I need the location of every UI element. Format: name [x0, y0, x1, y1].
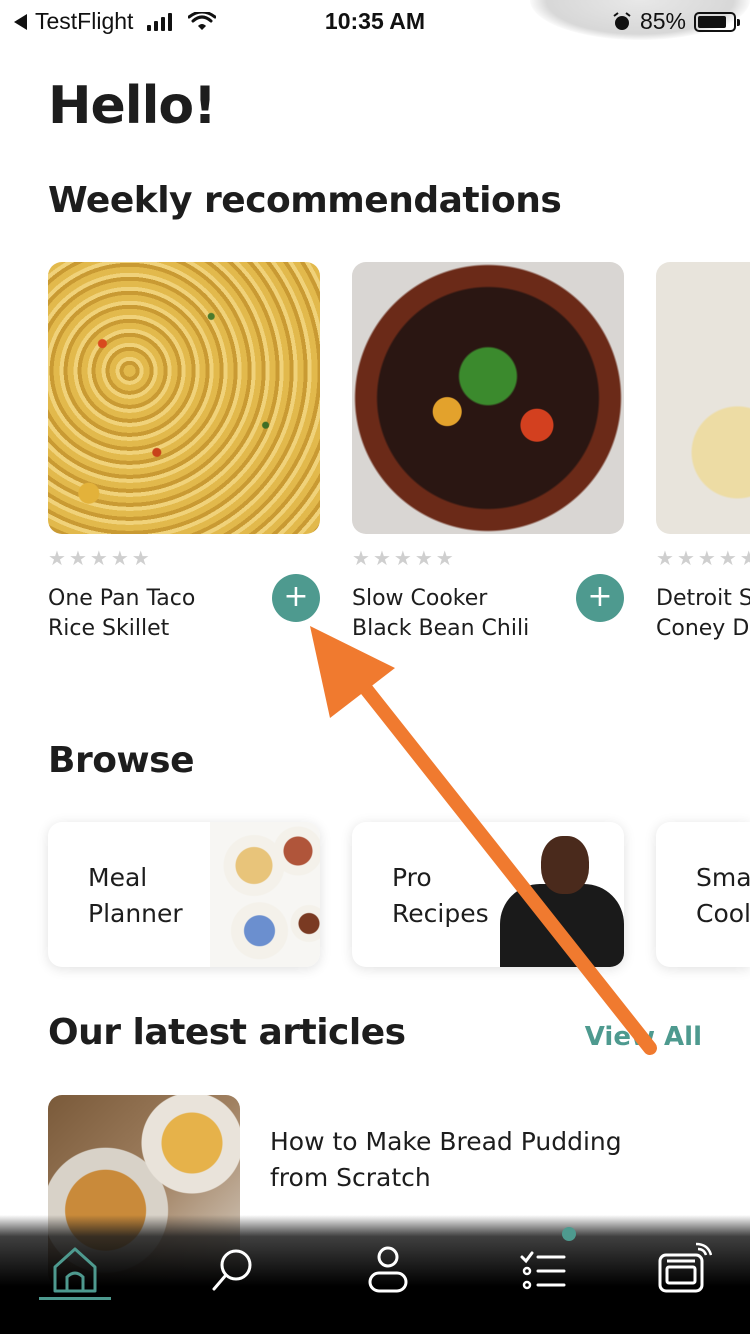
notification-badge — [562, 1227, 576, 1241]
star-icon: ★ — [718, 546, 737, 570]
rating-stars: ★ ★ ★ ★ ★ — [352, 548, 624, 568]
browse-title: Browse — [48, 740, 195, 781]
browse-card-label[interactable]: Sma Cool — [696, 860, 750, 932]
star-icon: ★ — [48, 546, 66, 570]
browse-card-meal-planner[interactable]: Meal Planner — [48, 822, 320, 967]
star-icon: ★ — [89, 546, 108, 570]
recipe-title[interactable]: Detroit S Coney Do — [656, 584, 750, 644]
recipe-image[interactable] — [48, 262, 320, 534]
tab-profile[interactable] — [352, 1233, 424, 1305]
active-tab-indicator — [39, 1297, 111, 1300]
article-title[interactable]: How to Make Bread Pudding from Scratch — [270, 1124, 670, 1196]
star-icon: ★ — [372, 546, 391, 570]
tab-appliance[interactable] — [646, 1233, 718, 1305]
star-icon: ★ — [110, 546, 129, 570]
status-right: 85% — [612, 8, 740, 35]
add-recipe-button[interactable]: + — [576, 574, 624, 622]
star-icon: ★ — [68, 546, 87, 570]
home-icon — [53, 1247, 97, 1293]
profile-icon — [368, 1246, 408, 1293]
meal-planner-image — [210, 822, 320, 967]
star-icon: ★ — [131, 546, 150, 570]
star-icon: ★ — [697, 546, 716, 570]
battery-percent: 85% — [639, 8, 686, 34]
tab-home[interactable] — [39, 1233, 111, 1305]
tab-bar — [0, 1215, 750, 1334]
recipe-title[interactable]: One Pan Taco Rice Skillet — [48, 584, 248, 644]
recipe-image[interactable] — [352, 262, 624, 534]
tab-list[interactable] — [508, 1227, 580, 1305]
star-icon: ★ — [393, 546, 412, 570]
tab-search[interactable] — [196, 1233, 268, 1305]
browse-card-smart-cooking[interactable]: Sma Cool — [656, 822, 750, 967]
weekly-recommendations-title: Weekly recommendations — [48, 180, 562, 221]
rating-stars: ★ ★ ★ ★ ★ — [656, 548, 750, 568]
add-recipe-button[interactable]: + — [272, 574, 320, 622]
browse-card-label[interactable]: Meal Planner — [88, 860, 228, 932]
browse-card-label[interactable]: Pro Recipes — [392, 860, 532, 932]
browse-card-pro-recipes[interactable]: Pro Recipes — [352, 822, 624, 967]
status-bar: TestFlight 10:35 AM 85% — [0, 0, 750, 42]
recipe-card[interactable]: ★★★★★ Detroit S Coney Do — [656, 262, 750, 644]
appliance-icon — [658, 1242, 712, 1293]
chef-head — [541, 836, 589, 894]
search-icon — [212, 1249, 252, 1291]
battery-icon — [694, 11, 740, 32]
recipe-card[interactable]: ★ ★ ★ ★ ★ Slow Cooker Black Bean Chili + — [352, 262, 624, 644]
star-icon: ★ — [352, 546, 370, 570]
rating-stars: ★ ★ ★ ★ ★ — [48, 548, 320, 568]
star-icon: ★ — [739, 546, 750, 570]
recipe-title[interactable]: Slow Cooker Black Bean Chili — [352, 584, 552, 644]
list-icon — [520, 1251, 566, 1290]
recipe-card[interactable]: ★ ★ ★ ★ ★ One Pan Taco Rice Skillet + — [48, 262, 320, 644]
star-icon: ★ — [414, 546, 433, 570]
greeting-title: Hello! — [48, 76, 217, 136]
star-icon: ★ — [676, 546, 695, 570]
view-all-link[interactable]: View All — [585, 1022, 702, 1052]
star-icon: ★ — [656, 546, 674, 570]
star-icon: ★ — [435, 546, 454, 570]
latest-articles-title: Our latest articles — [48, 1012, 406, 1053]
recipe-image[interactable] — [656, 262, 750, 534]
alarm-icon — [613, 11, 631, 30]
